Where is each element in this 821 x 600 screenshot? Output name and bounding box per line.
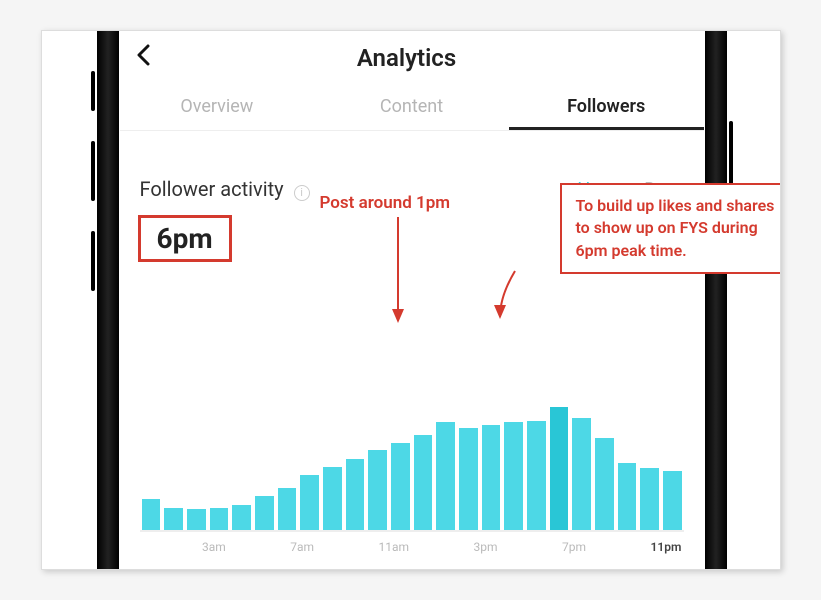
x-tick-label (338, 540, 354, 554)
back-icon[interactable] (136, 44, 150, 72)
info-icon[interactable]: i (294, 185, 310, 201)
chart-bar[interactable] (504, 422, 523, 530)
x-tick-label (142, 540, 158, 554)
chart-bar[interactable] (187, 509, 206, 530)
annotation-callout: To build up likes and shares to show up … (560, 183, 781, 274)
x-tick-label: 3am (202, 540, 226, 554)
follower-activity-section: Follower activity i Hours Days 6pm Post … (120, 131, 704, 554)
chart-bar[interactable] (572, 418, 591, 530)
chart-bar[interactable] (414, 435, 433, 530)
x-tick-label (542, 540, 558, 554)
phone-mockup: Analytics Overview Content Followers Fol… (102, 31, 722, 569)
x-tick-label (318, 540, 334, 554)
x-tick-label (413, 540, 429, 554)
chart-bar[interactable] (300, 475, 319, 530)
x-tick-label (250, 540, 266, 554)
chart-bar[interactable] (618, 463, 637, 530)
x-tick-label: 11am (379, 540, 410, 554)
chart-bar[interactable] (391, 443, 410, 530)
chart-bar[interactable] (595, 438, 614, 530)
section-title: Follower activity (140, 177, 284, 201)
x-tick-label (270, 540, 286, 554)
chart-bars (140, 390, 684, 530)
peak-time-value: 6pm (138, 215, 232, 262)
chart-bar[interactable] (255, 496, 274, 530)
chart-bar[interactable] (164, 508, 183, 530)
x-tick-label (453, 540, 469, 554)
phone-screen: Analytics Overview Content Followers Fol… (120, 31, 704, 569)
follower-activity-chart (140, 382, 684, 532)
phone-bezel-left (97, 30, 119, 570)
section-title-wrap: Follower activity i (140, 177, 310, 201)
chart-bar[interactable] (663, 471, 682, 530)
x-tick-label: 11pm (650, 540, 681, 554)
chart-bar[interactable] (459, 428, 478, 530)
chart-bar[interactable] (210, 508, 229, 530)
x-tick-label (230, 540, 246, 554)
x-tick-label (182, 540, 198, 554)
x-tick-label (590, 540, 606, 554)
x-tick-label: 7am (290, 540, 314, 554)
phone-volume-up (91, 141, 95, 201)
chart-bar[interactable] (482, 425, 501, 530)
x-tick-label (630, 540, 646, 554)
x-tick-label (358, 540, 374, 554)
tab-content[interactable]: Content (314, 85, 509, 130)
chart-bar[interactable] (346, 459, 365, 530)
chart-bar[interactable] (232, 505, 251, 530)
chart-bar[interactable] (323, 467, 342, 530)
phone-bezel-right (705, 30, 727, 570)
chart-bar[interactable] (527, 421, 546, 530)
screenshot-frame: Analytics Overview Content Followers Fol… (41, 30, 781, 570)
annotation-post-hint: Post around 1pm (320, 193, 451, 213)
tab-bar: Overview Content Followers (120, 85, 704, 131)
chart-bar[interactable] (436, 422, 455, 530)
chart-bar[interactable] (142, 499, 161, 530)
chart-bar[interactable] (640, 468, 659, 530)
chart-bar[interactable] (368, 450, 387, 530)
chart-bar[interactable] (278, 488, 297, 530)
phone-volume-down (91, 231, 95, 291)
x-tick-label (610, 540, 626, 554)
page-title: Analytics (150, 44, 664, 72)
x-tick-label: 3pm (474, 540, 498, 554)
tab-followers[interactable]: Followers (509, 85, 704, 130)
x-tick-label (162, 540, 178, 554)
tab-overview[interactable]: Overview (120, 85, 315, 130)
chart-x-axis: 3am 7am 11am 3pm 7pm 11pm (140, 540, 684, 554)
x-tick-label: 7pm (562, 540, 586, 554)
app-header: Analytics (120, 31, 704, 85)
phone-mute-switch (91, 71, 95, 111)
x-tick-label (433, 540, 449, 554)
chart-bar[interactable] (550, 407, 569, 530)
x-tick-label (502, 540, 518, 554)
x-tick-label (522, 540, 538, 554)
